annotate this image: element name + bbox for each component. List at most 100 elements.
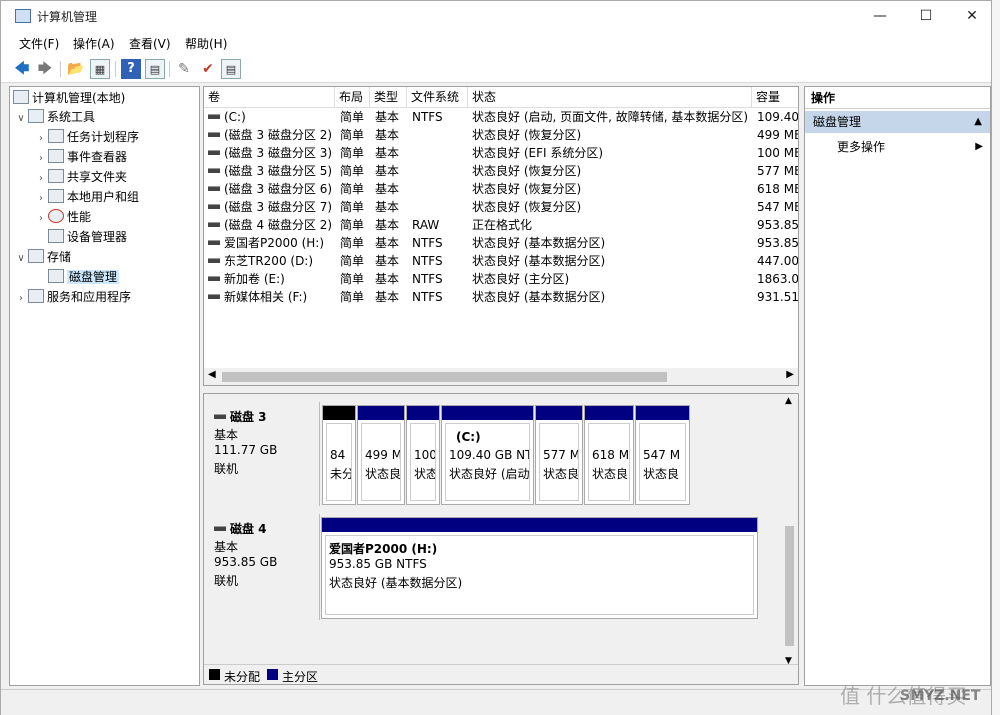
disk3-label[interactable]: 磁盘 3 基本 111.77 GB 联机 bbox=[205, 402, 320, 506]
volume-list: 卷 布局 类型 文件系统 状态 容量 (C:) 简单 基本 NTFS 状态良好 (启动,… bbox=[203, 86, 799, 386]
collapse-up-icon[interactable]: ▲ bbox=[974, 111, 982, 133]
show-action-pane-icon[interactable]: ▤ bbox=[145, 59, 165, 79]
scrollbar-thumb[interactable] bbox=[785, 526, 794, 646]
storage-icon bbox=[28, 249, 44, 263]
device-manager-icon bbox=[48, 229, 64, 243]
disk4-partition-h[interactable]: 爱国者P2000 (H:) 953.85 GB NTFS 状态良好 (基本数据分区) bbox=[321, 517, 758, 619]
expand-icon[interactable]: › bbox=[34, 170, 48, 188]
disk3-partition-efi[interactable]: 100 状态 bbox=[406, 405, 440, 505]
volume-icon bbox=[208, 258, 220, 263]
column-header-capacity[interactable]: 容量 bbox=[752, 87, 798, 108]
column-header-status[interactable]: 状态 bbox=[468, 87, 752, 108]
scrollbar-thumb[interactable] bbox=[222, 372, 667, 382]
volume-icon bbox=[208, 168, 220, 173]
volume-icon bbox=[208, 222, 220, 227]
volume-icon bbox=[208, 114, 220, 119]
tree-performance[interactable]: › 性能 bbox=[34, 208, 91, 226]
disk3-partition-unallocated[interactable]: 84 未分 bbox=[322, 405, 356, 505]
menu-file[interactable]: 文件(F) bbox=[19, 35, 59, 52]
disk3-partition-recovery[interactable]: 577 M 状态良 bbox=[535, 405, 583, 505]
clock-icon bbox=[48, 129, 64, 143]
volume-row[interactable]: 东芝TR200 (D:) 简单 基本 NTFS 状态良好 (基本数据分区) 447.00 bbox=[204, 252, 798, 270]
forward-arrow-icon[interactable]: 🡆 bbox=[35, 59, 55, 79]
volume-row[interactable]: (C:) 简单 基本 NTFS 状态良好 (启动, 页面文件, 故障转储, 基本数据分区… bbox=[204, 108, 798, 126]
column-header-type[interactable]: 类型 bbox=[370, 87, 407, 108]
back-arrow-icon[interactable]: 🡄 bbox=[12, 59, 32, 79]
tree-shared-folders[interactable]: › 共享文件夹 bbox=[34, 168, 127, 186]
actions-header: 操作 bbox=[805, 87, 990, 109]
menu-bar: 文件(F) 操作(A) 查看(V) 帮助(H) bbox=[1, 31, 991, 55]
tree-system-tools[interactable]: ∨ 系统工具 bbox=[14, 108, 95, 126]
computer-icon bbox=[13, 90, 29, 104]
horizontal-scrollbar[interactable]: ◀ ▶ bbox=[204, 368, 798, 385]
expand-icon[interactable]: › bbox=[34, 150, 48, 168]
close-button[interactable]: ✕ bbox=[949, 1, 995, 31]
tree-event-viewer[interactable]: › 事件查看器 bbox=[34, 148, 127, 166]
more-actions-item[interactable]: 更多操作 ▶ bbox=[837, 137, 987, 157]
scroll-right-icon[interactable]: ▶ bbox=[786, 369, 794, 380]
tree-services[interactable]: › 服务和应用程序 bbox=[14, 288, 131, 306]
column-header-filesystem[interactable]: 文件系统 bbox=[407, 87, 468, 108]
legend: 未分配 主分区 bbox=[204, 664, 798, 684]
collapse-icon[interactable]: ∨ bbox=[14, 110, 28, 128]
tree-device-manager[interactable]: 设备管理器 bbox=[34, 228, 127, 246]
help-icon[interactable]: ? bbox=[121, 59, 141, 79]
connect-icon[interactable]: ✎ bbox=[174, 59, 194, 79]
expand-icon[interactable]: › bbox=[34, 210, 48, 228]
volume-row[interactable]: 新加卷 (E:)简单基本NTFS状态良好 (主分区)1863.01 bbox=[204, 270, 798, 288]
disk-graphical-view: 磁盘 3 基本 111.77 GB 联机 84 未分 499 M 状态良 100 状态… bbox=[203, 393, 799, 685]
tools-icon bbox=[28, 109, 44, 123]
expand-icon[interactable]: › bbox=[14, 290, 28, 308]
disk3-partition-recovery[interactable]: 499 M 状态良 bbox=[357, 405, 405, 505]
volume-row[interactable]: (磁盘 3 磁盘分区 5) 简单 基本 状态良好 (恢复分区) 577 ME bbox=[204, 162, 798, 180]
tree-root[interactable]: 计算机管理(本地) bbox=[13, 89, 125, 107]
disk3-partition-recovery[interactable]: 618 M 状态良 bbox=[584, 405, 634, 505]
scroll-up-icon[interactable]: ▲ bbox=[785, 396, 792, 406]
vertical-scrollbar[interactable]: ▲ ▼ bbox=[781, 394, 798, 668]
event-viewer-icon bbox=[48, 149, 64, 163]
volume-row[interactable]: (磁盘 3 磁盘分区 3) 简单 基本 状态良好 (EFI 系统分区) 100 ME bbox=[204, 144, 798, 162]
disk3-partition-c[interactable]: (C:) 109.40 GB NT 状态良好 (启动 bbox=[441, 405, 534, 505]
title-bar: 计算机管理 — ☐ ✕ bbox=[1, 1, 991, 31]
submenu-arrow-icon: ▶ bbox=[975, 141, 983, 152]
disk3-partition-recovery[interactable]: 547 M 状态良 bbox=[635, 405, 690, 505]
menu-view[interactable]: 查看(V) bbox=[129, 35, 171, 52]
tree-storage[interactable]: ∨ 存储 bbox=[14, 248, 71, 266]
users-icon bbox=[48, 189, 64, 203]
check-icon[interactable]: ✔ bbox=[198, 59, 218, 79]
volume-row[interactable]: (磁盘 4 磁盘分区 2) 简单 基本 RAW 正在格式化 953.85 bbox=[204, 216, 798, 234]
volume-row[interactable]: 新媒体相关 (F:) 简单 基本 NTFS 状态良好 (基本数据分区) 931.51 bbox=[204, 288, 798, 306]
minimize-button[interactable]: — bbox=[857, 1, 903, 31]
toolbar: 🡄 🡆 📂 ▦ ? ▤ ✎ ✔ ▤ bbox=[1, 55, 991, 83]
menu-help[interactable]: 帮助(H) bbox=[185, 35, 227, 52]
volume-row[interactable]: 爱国者P2000 (H:) 简单 基本 NTFS 状态良好 (基本数据分区) 953.85 bbox=[204, 234, 798, 252]
shared-folder-icon bbox=[48, 169, 64, 183]
scroll-left-icon[interactable]: ◀ bbox=[208, 369, 216, 380]
maximize-button[interactable]: ☐ bbox=[903, 1, 949, 31]
toolbar-separator bbox=[115, 61, 116, 77]
show-hide-tree-icon[interactable]: ▦ bbox=[90, 59, 110, 79]
volume-row[interactable]: (磁盘 3 磁盘分区 7) 简单 基本 状态良好 (恢复分区) 547 ME bbox=[204, 198, 798, 216]
legend-unallocated: 未分配 bbox=[224, 670, 261, 684]
volume-icon bbox=[208, 132, 220, 137]
menu-action[interactable]: 操作(A) bbox=[73, 35, 115, 52]
column-header-layout[interactable]: 布局 bbox=[335, 87, 370, 108]
properties-icon[interactable]: ▤ bbox=[221, 59, 241, 79]
tree-local-users[interactable]: › 本地用户和组 bbox=[34, 188, 139, 206]
disk4-label[interactable]: 磁盘 4 基本 953.85 GB 联机 bbox=[205, 514, 320, 620]
column-header-volume[interactable]: 卷 bbox=[204, 87, 335, 108]
actions-pane: 操作 磁盘管理 ▲ 更多操作 ▶ bbox=[804, 86, 991, 686]
up-folder-icon[interactable]: 📂 bbox=[66, 59, 86, 79]
volume-icon bbox=[208, 150, 220, 155]
expand-icon[interactable]: › bbox=[34, 130, 48, 148]
services-icon bbox=[28, 289, 44, 303]
volume-row[interactable]: (磁盘 3 磁盘分区 2) 简单 基本 状态良好 (恢复分区) 499 ME bbox=[204, 126, 798, 144]
disk-icon bbox=[214, 526, 226, 531]
actions-section-disk-management[interactable]: 磁盘管理 ▲ bbox=[805, 111, 990, 133]
expand-icon[interactable]: › bbox=[34, 190, 48, 208]
collapse-icon[interactable]: ∨ bbox=[14, 250, 28, 268]
tree-disk-management[interactable]: 磁盘管理 bbox=[34, 268, 120, 286]
volume-row[interactable]: (磁盘 3 磁盘分区 6) 简单 基本 状态良好 (恢复分区) 618 ME bbox=[204, 180, 798, 198]
tree-task-scheduler[interactable]: › 任务计划程序 bbox=[34, 128, 139, 146]
unallocated-swatch bbox=[209, 669, 220, 680]
